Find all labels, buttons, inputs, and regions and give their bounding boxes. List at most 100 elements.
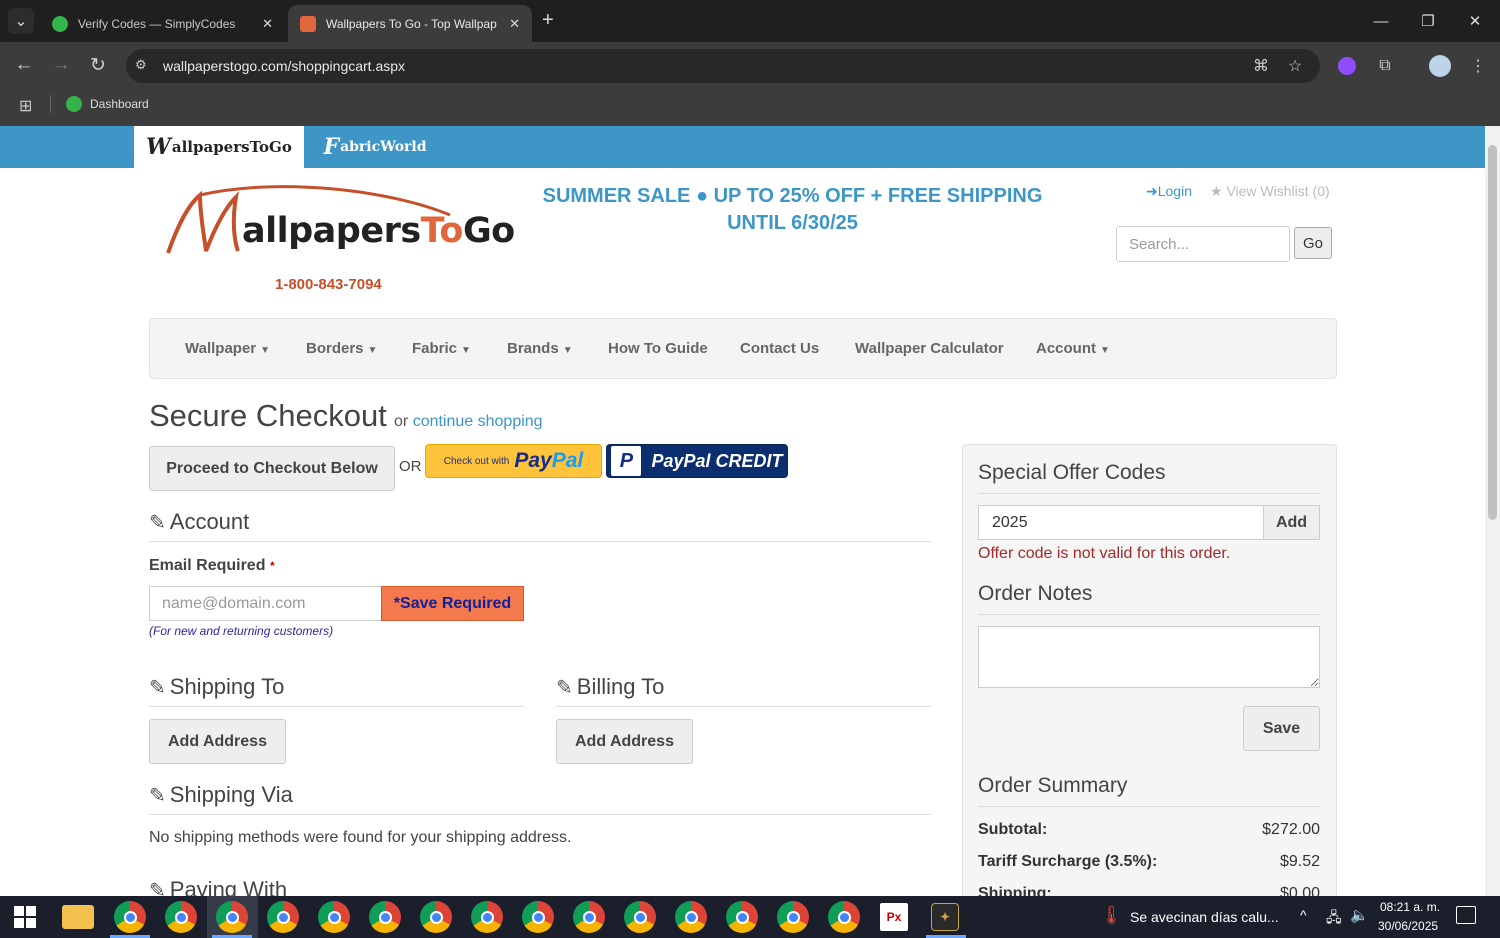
nav-wallpaper-calculator[interactable]: Wallpaper Calculator [855,340,1004,357]
paypal-checkout-button[interactable]: Check out with PayPal [425,444,602,478]
chrome-icon[interactable] [114,901,146,933]
paypal-credit-label: PayPal CREDIT [651,450,783,471]
network-icon[interactable]: 🖧 [1326,907,1342,931]
shipping-to-heading: ✎ Shipping To [149,674,285,699]
weather-text[interactable]: Se avecinan días calu... [1130,909,1279,925]
no-shipping-message: No shipping methods were found for your … [149,829,572,846]
nav-contact-us[interactable]: Contact Us [740,340,819,357]
save-required-button[interactable]: *Save Required [381,586,524,621]
login-link[interactable]: ➜Login [1146,183,1192,200]
email-field[interactable] [149,586,382,621]
chrome-icon[interactable] [726,901,758,933]
proceed-to-checkout-button[interactable]: Proceed to Checkout Below [149,446,395,491]
chrome-icon[interactable] [624,901,656,933]
order-notes-heading: Order Notes [978,582,1093,605]
nav-how-to-guide[interactable]: How To Guide [608,340,708,357]
volume-icon[interactable]: 🔈 [1350,906,1369,924]
account-heading: ✎ Account [149,509,250,534]
paypal-small-text: Check out with [443,455,510,467]
chrome-icon[interactable] [777,901,809,933]
menu-dots-icon[interactable]: ⋮ [1465,53,1491,79]
back-icon[interactable]: ← [10,51,38,79]
offer-code-input[interactable] [978,505,1265,540]
reload-icon[interactable]: ↻ [84,51,112,79]
file-explorer-icon[interactable] [62,905,94,929]
site-logo[interactable]: allpapersToGo [160,185,520,260]
close-icon[interactable]: ✕ [509,16,520,32]
offer-error-message: Offer code is not valid for this order. [978,545,1231,562]
summary-value: $272.00 [1262,821,1320,838]
paypal-credit-button[interactable]: P PayPal CREDIT [606,444,788,478]
promo-line-1: SUMMER SALE ● UP TO 25% OFF + FREE SHIPP… [542,185,1043,207]
extensions-puzzle-icon[interactable]: ⧉ [1372,53,1398,79]
game-app-icon[interactable]: ✦ [931,903,959,931]
pencil-icon: ✎ [149,677,166,699]
chrome-icon[interactable] [267,901,299,933]
add-shipping-address-button[interactable]: Add Address [149,719,286,764]
simplycodes-favicon-icon [52,15,68,32]
chrome-icon[interactable] [216,901,248,933]
nav-wallpaper[interactable]: Wallpaper ▼ [185,340,270,357]
nav-fabric[interactable]: Fabric ▼ [412,340,471,357]
chrome-icon[interactable] [675,901,707,933]
order-notes-textarea[interactable] [978,626,1320,688]
bookmark-dashboard[interactable]: Dashboard [66,96,149,112]
bookmark-star-icon[interactable]: ☆ [1282,53,1308,79]
forward-icon[interactable]: → [47,51,75,79]
chrome-icon[interactable] [573,901,605,933]
brand-tab-wallpaperstogo[interactable]: W allpapersToGo [134,126,304,168]
pixel-app-icon[interactable]: Px [880,903,908,931]
chrome-icon[interactable] [369,901,401,933]
nav-borders[interactable]: Borders ▼ [306,340,377,357]
caret-down-icon: ▼ [461,345,471,356]
email-note: (For new and returning customers) [149,624,334,638]
chrome-icon[interactable] [318,901,350,933]
close-icon[interactable]: ✕ [262,16,273,32]
brand-tab-label: abricWorld [340,139,427,155]
promo-banner: SUMMER SALE ● UP TO 25% OFF + FREE SHIPP… [470,183,1115,237]
wishlist-link[interactable]: ★ View Wishlist (0) [1210,183,1330,200]
chrome-icon[interactable] [471,901,503,933]
wishlist-label: View Wishlist (0) [1226,183,1330,199]
promo-line-2: UNTIL 6/30/25 [727,212,858,234]
scrollbar-thumb[interactable] [1488,145,1497,520]
chrome-icon[interactable] [420,901,452,933]
restore-icon[interactable]: ❐ [1405,0,1451,42]
continue-shopping-link[interactable]: continue shopping [413,413,543,430]
offer-add-button[interactable]: Add [1263,505,1320,540]
translate-icon[interactable]: ⌘ [1248,53,1274,79]
site-info-icon[interactable]: ⚙ [135,57,147,73]
brand-tab-label: allpapersToGo [171,138,292,156]
nav-account[interactable]: Account ▼ [1036,340,1110,357]
phone-number[interactable]: 1-800-843-7094 [275,276,382,293]
tab-search-icon[interactable]: ⌄ [8,8,34,34]
nav-brands[interactable]: Brands ▼ [507,340,573,357]
clock-time[interactable]: 08:21 a. m. [1380,900,1440,914]
tab-title: Verify Codes — SimplyCodes [78,16,236,31]
url-text[interactable]: wallpaperstogo.com/shoppingcart.aspx [163,58,405,74]
new-tab-button[interactable]: + [542,9,554,32]
search-go-button[interactable]: Go [1294,227,1332,259]
or-text: OR [399,458,422,475]
thermometer-icon[interactable]: 🌡 [1100,905,1123,926]
chrome-icon[interactable] [828,901,860,933]
notifications-icon[interactable] [1456,906,1476,924]
pencil-icon: ✎ [149,785,166,807]
chevron-up-icon[interactable]: ^ [1300,907,1307,923]
close-window-icon[interactable]: ✕ [1452,0,1498,42]
profile-avatar[interactable] [1427,53,1453,79]
extension-purple-icon[interactable] [1334,53,1360,79]
chrome-icon[interactable] [165,901,197,933]
search-input[interactable] [1116,226,1290,262]
windows-start-icon[interactable] [14,906,36,928]
add-billing-address-button[interactable]: Add Address [556,719,693,764]
chrome-icon[interactable] [522,901,554,933]
tab-verify-codes[interactable]: Verify Codes — SimplyCodes ✕ [40,5,285,42]
brand-tab-fabricworld[interactable]: F abricWorld [315,126,435,168]
clock-date[interactable]: 30/06/2025 [1378,919,1438,933]
apps-grid-icon[interactable]: ⊞ [19,96,32,116]
divider [978,614,1320,615]
minimize-icon[interactable]: — [1358,0,1404,42]
tab-wallpapers-to-go[interactable]: Wallpapers To Go - Top Wallpap ✕ [288,5,532,42]
notes-save-button[interactable]: Save [1243,706,1320,751]
